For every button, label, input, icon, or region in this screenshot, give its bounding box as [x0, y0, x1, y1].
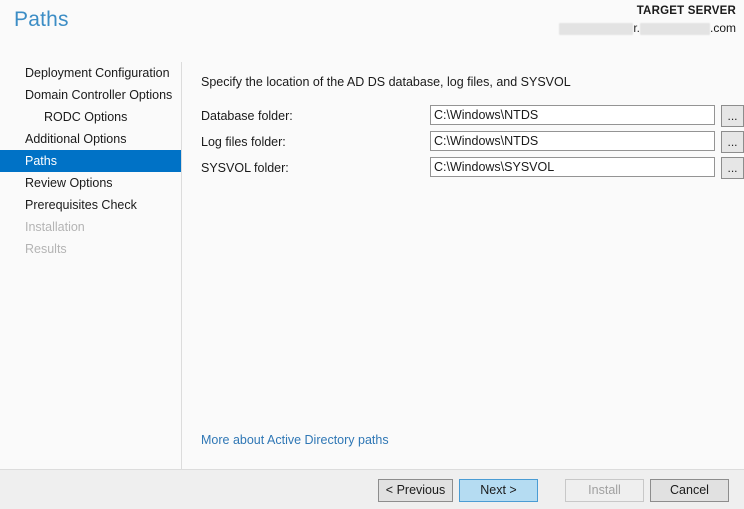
sidebar-item-label: Review Options	[25, 176, 113, 190]
sysvol-folder-browse-button[interactable]: ...	[721, 157, 744, 179]
target-server-name: r. .com	[559, 21, 736, 36]
log-files-folder-browse-button[interactable]: ...	[721, 131, 744, 153]
sidebar-item-deployment-configuration[interactable]: Deployment Configuration	[0, 62, 181, 84]
database-folder-row: Database folder: ...	[201, 105, 744, 127]
sidebar-item-label: Results	[25, 242, 67, 256]
sidebar-item-rodc-options[interactable]: RODC Options	[0, 106, 181, 128]
install-button: Install	[565, 479, 644, 502]
redacted-server-prefix	[559, 22, 634, 35]
sysvol-folder-input[interactable]	[430, 157, 715, 177]
paths-panel: Specify the location of the AD DS databa…	[182, 62, 744, 469]
more-about-active-directory-paths-link[interactable]: More about Active Directory paths	[201, 433, 389, 447]
cancel-button[interactable]: Cancel	[650, 479, 729, 502]
sysvol-folder-row: SYSVOL folder: ...	[201, 157, 744, 179]
sidebar-item-results: Results	[0, 238, 181, 260]
database-folder-label: Database folder:	[201, 109, 293, 123]
sysvol-folder-label: SYSVOL folder:	[201, 161, 289, 175]
target-server-info: TARGET SERVER r. .com	[559, 4, 736, 36]
log-files-folder-input[interactable]	[430, 131, 715, 151]
wizard-step-navigation: Deployment Configuration Domain Controll…	[0, 62, 182, 469]
sidebar-item-installation: Installation	[0, 216, 181, 238]
sidebar-item-review-options[interactable]: Review Options	[0, 172, 181, 194]
sidebar-item-domain-controller-options[interactable]: Domain Controller Options	[0, 84, 181, 106]
sidebar-item-label: Prerequisites Check	[25, 198, 137, 212]
previous-button[interactable]: < Previous	[378, 479, 453, 502]
sidebar-item-prerequisites-check[interactable]: Prerequisites Check	[0, 194, 181, 216]
target-server-label: TARGET SERVER	[636, 5, 736, 17]
sidebar-item-label: Deployment Configuration	[25, 66, 170, 80]
target-server-suffix: .com	[709, 21, 736, 35]
next-button[interactable]: Next >	[459, 479, 538, 502]
sidebar-item-label: RODC Options	[44, 110, 128, 124]
sidebar-item-label: Domain Controller Options	[25, 88, 173, 102]
panel-instruction: Specify the location of the AD DS databa…	[201, 75, 571, 89]
wizard-footer: < Previous Next > Install Cancel	[0, 469, 744, 509]
sidebar-item-label: Installation	[25, 220, 85, 234]
log-files-folder-row: Log files folder: ...	[201, 131, 744, 153]
sidebar-item-paths[interactable]: Paths	[0, 150, 181, 172]
log-files-folder-label: Log files folder:	[201, 135, 286, 149]
sidebar-item-label: Additional Options	[25, 132, 127, 146]
sidebar-item-label: Paths	[25, 154, 57, 168]
database-folder-browse-button[interactable]: ...	[721, 105, 744, 127]
database-folder-input[interactable]	[430, 105, 715, 125]
page-title: Paths	[14, 8, 69, 31]
target-server-separator: r.	[633, 21, 640, 35]
redacted-server-domain	[639, 22, 710, 35]
wizard-header: Paths TARGET SERVER r. .com	[0, 0, 744, 62]
sidebar-item-additional-options[interactable]: Additional Options	[0, 128, 181, 150]
